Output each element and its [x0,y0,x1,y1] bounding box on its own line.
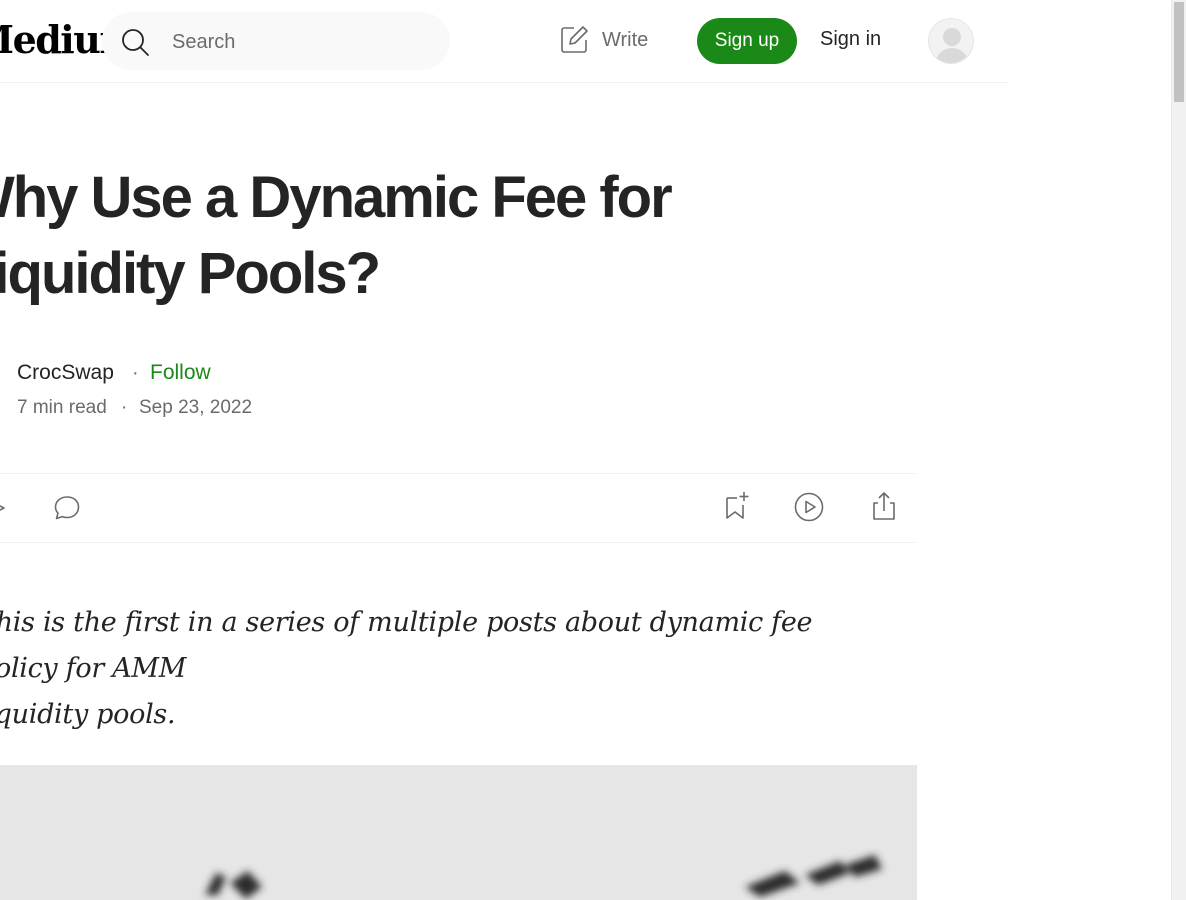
default-avatar-icon [929,19,973,63]
play-icon[interactable] [794,492,824,522]
page-scrollbar[interactable] [1171,0,1186,900]
lead-line-1: This is the first in a series of multipl… [0,607,813,684]
author-name[interactable]: CrocSwap [17,361,114,385]
top-navbar: Medium Write Sign up Sign in [0,0,1008,83]
article-hero-image [0,765,917,900]
article-action-bar [0,473,917,543]
sign-in-link[interactable]: Sign in [820,28,881,51]
clap-icon[interactable] [0,502,12,514]
write-icon [561,26,588,53]
article-lead-paragraph: This is the first in a series of multipl… [0,600,878,738]
comment-icon[interactable] [52,493,82,523]
meta-separator: · [132,362,139,384]
page-viewport: Medium Write Sign up Sign in [0,0,1171,900]
search-bar[interactable] [102,12,450,72]
write-label: Write [602,28,649,51]
search-icon [122,29,149,56]
article-title-line-2: Liquidity Pools? [0,241,381,306]
meta-separator: · [121,397,128,418]
read-time: 7 min read [17,397,107,418]
scrollbar-thumb[interactable] [1174,2,1184,102]
user-avatar[interactable] [928,18,974,64]
article-title: Why Use a Dynamic Fee for Liquidity Pool… [0,160,720,312]
sign-up-button[interactable]: Sign up [697,18,797,64]
bookmark-add-icon[interactable] [721,491,751,521]
article-title-line-1: Why Use a Dynamic Fee for [0,165,673,230]
share-icon[interactable] [869,491,899,521]
publish-date: Sep 23, 2022 [139,397,253,418]
follow-button[interactable]: Follow [150,361,211,385]
search-input[interactable] [170,12,434,72]
write-button[interactable]: Write [558,22,648,58]
lead-line-2: liquidity pools. [0,699,176,730]
hero-image-graphic [0,765,917,900]
